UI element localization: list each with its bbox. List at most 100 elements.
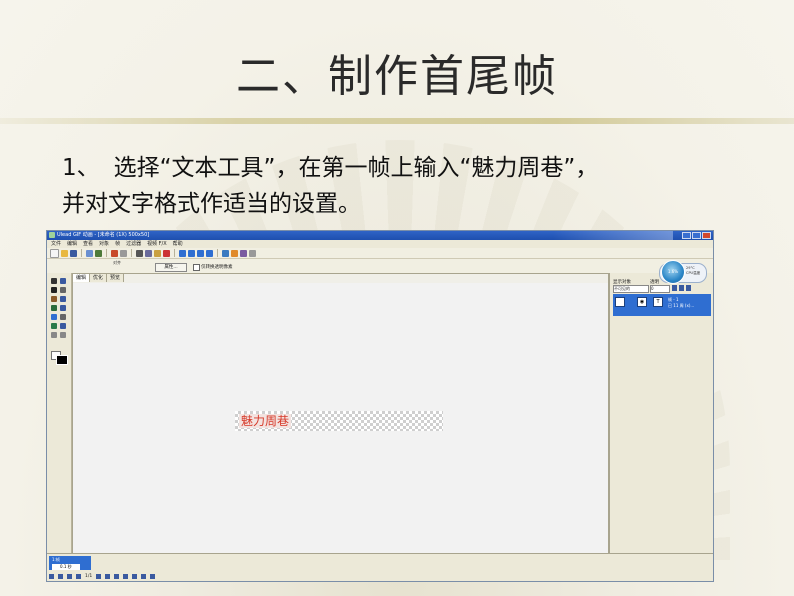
undo-icon[interactable] (111, 249, 118, 257)
eraser-tool-icon[interactable] (51, 305, 57, 311)
tab-optimize[interactable]: 优化 (90, 274, 108, 282)
brush-tool-icon[interactable] (51, 296, 57, 302)
titlebar-decoration (553, 231, 673, 240)
frame-panel: 1:帧 0.1 秒 1/1 (47, 553, 713, 581)
delete-object-icon[interactable] (686, 285, 691, 291)
lock-icon[interactable] (672, 285, 677, 291)
layer-icon[interactable] (188, 249, 195, 257)
frame-delay[interactable]: 0.1 秒 (52, 564, 80, 570)
frame-controls: 1/1 (49, 572, 711, 580)
add-frame-icon[interactable] (114, 573, 120, 579)
step-text: 1、 选择“文本工具”，在第一帧上输入“魅力周巷”， 并对文字格式作适当的设置。 (62, 150, 742, 222)
last-frame-icon[interactable] (105, 573, 111, 579)
save-icon[interactable] (70, 249, 77, 257)
object-icon[interactable] (206, 249, 213, 257)
play-icon[interactable] (49, 573, 54, 579)
menu-filter[interactable]: 过滤器 (126, 240, 141, 248)
effect-icon[interactable] (240, 249, 247, 257)
select-tool-icon[interactable] (60, 296, 66, 302)
menu-help[interactable]: 帮助 (173, 240, 183, 248)
title-underline (0, 118, 794, 124)
frame-thumbnail[interactable]: 1:帧 0.1 秒 (49, 556, 91, 570)
stop-icon[interactable] (58, 573, 63, 579)
visibility-toggle-icon[interactable] (615, 297, 625, 307)
shape-tool-icon[interactable] (60, 323, 66, 329)
new-icon[interactable] (50, 248, 59, 258)
hand-tool-icon[interactable] (60, 332, 66, 338)
visibility-select[interactable]: 不可见的 (613, 285, 649, 293)
import-icon[interactable] (86, 249, 93, 257)
tab-preview[interactable]: 预览 (107, 274, 125, 282)
editing-canvas[interactable]: 魅力周巷 (73, 283, 608, 553)
step-text-line1: 选择“文本工具”，在第一帧上输入“魅力周巷”， (113, 155, 599, 181)
panel-tools (672, 285, 691, 291)
pick-tool-icon[interactable] (51, 278, 57, 284)
foreground-color-swatch[interactable] (56, 355, 68, 365)
frame-label: 1:帧 (52, 557, 60, 562)
main-toolbar (47, 248, 713, 259)
optimize-icon[interactable] (231, 249, 238, 257)
close-button[interactable] (702, 232, 711, 239)
menu-file[interactable]: 文件 (51, 240, 61, 248)
property-button[interactable]: 属性... (155, 263, 187, 272)
object-info: 帧 - 1已 11 周 (x)... (668, 297, 694, 309)
fill-tool-icon[interactable] (51, 314, 57, 320)
object-info-line2: 已 11 周 (x)... (668, 303, 695, 308)
copy-icon[interactable] (145, 249, 152, 257)
toolbar-separator (81, 249, 82, 257)
step-line-1: 1、 选择“文本工具”，在第一帧上输入“魅力周巷”， (62, 150, 742, 186)
tween-frame-icon[interactable] (141, 573, 147, 579)
minimize-button[interactable] (682, 232, 691, 239)
web-icon[interactable] (222, 249, 229, 257)
menu-object[interactable]: 对象 (99, 240, 109, 248)
toolbar-separator (131, 249, 132, 257)
lasso-tool-icon[interactable] (60, 305, 66, 311)
delete-frame-icon[interactable] (132, 573, 138, 579)
first-frame-icon[interactable] (67, 573, 72, 579)
opacity-field[interactable]: 0 (650, 285, 670, 293)
app-titlebar: Ulead GIF 动画 - [未命名 (1X) 500x50] (47, 231, 713, 240)
open-icon[interactable] (61, 249, 68, 257)
frame-counter: 1/1 (85, 573, 93, 579)
editor-area: 编辑 优化 预览 魅力周巷 (72, 273, 609, 554)
frame-icon[interactable] (179, 249, 186, 257)
text-object-icon: T (653, 297, 663, 307)
eye-icon[interactable]: ◉ (637, 297, 647, 307)
duplicate-icon[interactable] (679, 285, 684, 291)
text-tool-icon[interactable] (51, 287, 57, 293)
reverse-frame-icon[interactable] (150, 573, 156, 579)
object-manager-panel: 1.6% 29°C CPU温度 显示对象 透明 不可见的 0 ◉ T 帧 - 1已… (609, 260, 713, 554)
window-controls (682, 232, 711, 239)
pen-tool-icon[interactable] (51, 323, 57, 329)
eye-tool-icon[interactable] (60, 287, 66, 293)
next-frame-icon[interactable] (96, 573, 102, 579)
object-row[interactable]: ◉ T 帧 - 1已 11 周 (x)... (613, 294, 711, 316)
menu-edit[interactable]: 编辑 (67, 240, 77, 248)
paste-icon[interactable] (154, 249, 161, 257)
marquee-tool-icon[interactable] (60, 278, 66, 284)
maximize-button[interactable] (692, 232, 701, 239)
toolbar-separator (217, 249, 218, 257)
preview-icon[interactable] (95, 249, 102, 257)
canvas-text-object[interactable]: 魅力周巷 (239, 414, 292, 428)
prev-frame-icon[interactable] (76, 573, 81, 579)
zoom-tool-icon[interactable] (51, 332, 57, 338)
menu-view[interactable]: 查看 (83, 240, 93, 248)
delete-icon[interactable] (163, 249, 170, 257)
transparent-image-frame[interactable]: 魅力周巷 (235, 411, 443, 431)
menu-frame[interactable]: 帧 (115, 240, 120, 248)
transparent-checkbox[interactable] (193, 264, 200, 271)
menu-video-fx[interactable]: 视频 F/X (147, 240, 167, 248)
crop-tool-icon[interactable] (60, 314, 66, 320)
help-icon[interactable] (249, 249, 256, 257)
toolbox (47, 273, 72, 554)
redo-icon[interactable] (120, 249, 127, 257)
tween-icon[interactable] (197, 249, 204, 257)
duplicate-frame-icon[interactable] (123, 573, 129, 579)
app-icon (49, 232, 55, 238)
slide-title: 二、制作首尾帧 (236, 51, 558, 102)
toolbar-separator (174, 249, 175, 257)
object-info-line1: 帧 - 1 (668, 297, 679, 302)
tab-edit[interactable]: 编辑 (73, 274, 91, 282)
cut-icon[interactable] (136, 249, 143, 257)
